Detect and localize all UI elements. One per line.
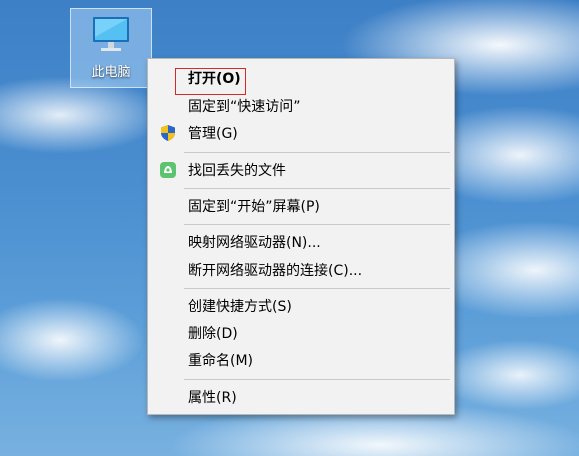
menu-item-label: 创建快捷方式(S): [188, 299, 292, 315]
computer-icon: [93, 17, 129, 51]
menu-item-label: 找回丢失的文件: [188, 163, 286, 179]
menu-separator: [184, 188, 450, 189]
menu-item-label: 删除(D): [188, 326, 238, 342]
menu-item-map-network-drive[interactable]: 映射网络驱动器(N)...: [148, 229, 454, 255]
menu-item-pin-quick-access[interactable]: 固定到“快速访问”: [148, 93, 454, 119]
menu-item-label: 映射网络驱动器(N)...: [188, 235, 321, 251]
menu-item-pin-start[interactable]: 固定到“开始”屏幕(P): [148, 193, 454, 219]
menu-item-label: 管理(G): [188, 126, 238, 142]
menu-item-disconnect-network-drive[interactable]: 断开网络驱动器的连接(C)...: [148, 257, 454, 283]
shield-icon: [161, 125, 175, 141]
menu-item-label: 属性(R): [188, 390, 237, 406]
menu-item-properties[interactable]: 属性(R): [148, 384, 454, 410]
recovery-icon: [160, 162, 176, 178]
menu-separator: [184, 152, 450, 153]
menu-item-manage[interactable]: 管理(G): [148, 120, 454, 146]
menu-item-label: 固定到“快速访问”: [188, 99, 301, 115]
menu-item-recover-files[interactable]: 找回丢失的文件: [148, 157, 454, 183]
menu-item-label: 断开网络驱动器的连接(C)...: [188, 263, 363, 279]
desktop-icon-this-pc[interactable]: 此电脑: [70, 8, 152, 88]
menu-separator: [184, 288, 450, 289]
menu-item-create-shortcut[interactable]: 创建快捷方式(S): [148, 293, 454, 319]
menu-item-rename[interactable]: 重命名(M): [148, 347, 454, 373]
desktop-icon-label: 此电脑: [91, 65, 131, 80]
menu-separator: [184, 224, 450, 225]
menu-item-label: 重命名(M): [188, 353, 254, 369]
menu-separator: [184, 379, 450, 380]
menu-item-label: 固定到“开始”屏幕(P): [188, 199, 320, 215]
highlight-box: [175, 68, 246, 95]
menu-item-delete[interactable]: 删除(D): [148, 320, 454, 346]
context-menu: 打开(O) 固定到“快速访问” 管理(G) 找回丢失的文件 固定到“开始”屏幕(…: [147, 58, 455, 415]
